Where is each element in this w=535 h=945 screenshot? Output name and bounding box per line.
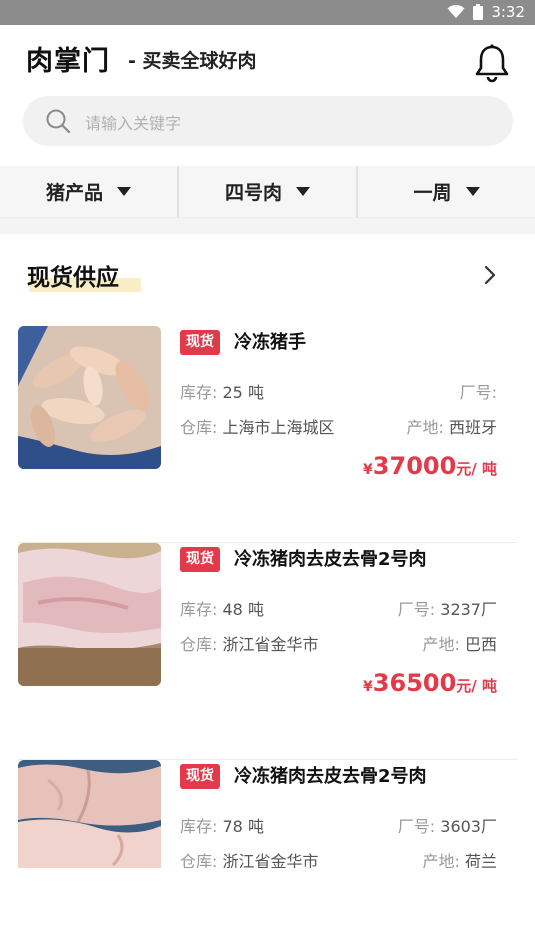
product-price: ¥37000元/ 吨	[363, 452, 497, 480]
stock-value: 48 吨	[222, 600, 264, 619]
factory-info: 厂号:	[460, 379, 497, 403]
factory-label: 厂号:	[397, 600, 436, 619]
filter-type[interactable]: 四号肉	[179, 166, 358, 217]
filter-period[interactable]: 一周	[358, 166, 535, 217]
currency-symbol: ¥	[363, 679, 373, 695]
status-indicators: 3:32	[447, 3, 525, 21]
app-title: 肉掌门	[26, 46, 110, 77]
search-bar[interactable]: 请输入关键字	[23, 96, 513, 146]
product-card[interactable]: 现货 冷冻猪肉去皮去骨2号肉 库存: 48 吨 厂号: 3237厂 仓库: 浙江…	[0, 543, 535, 760]
app-subtitle: - 买卖全球好肉	[128, 50, 257, 72]
search-icon	[45, 108, 71, 134]
caret-down-icon	[465, 187, 480, 196]
origin-value: 西班牙	[448, 418, 497, 437]
section-title: 现货供应	[27, 265, 119, 291]
filter-category[interactable]: 猪产品	[0, 166, 179, 217]
in-stock-badge: 现货	[180, 764, 220, 789]
warehouse-label: 仓库:	[180, 635, 218, 654]
divider-band	[0, 218, 535, 234]
origin-info: 产地: 西班牙	[406, 414, 497, 438]
stock-info: 库存: 48 吨	[180, 596, 264, 620]
filter-bar: 猪产品 四号肉 一周	[0, 166, 535, 218]
origin-label: 产地:	[406, 418, 444, 437]
status-time: 3:32	[491, 3, 525, 21]
product-image	[18, 543, 161, 686]
stock-info: 库存: 78 吨	[180, 813, 264, 837]
product-name: 冷冻猪肉去皮去骨2号肉	[234, 766, 427, 787]
product-image	[18, 326, 161, 469]
factory-value: 3237厂	[440, 600, 497, 619]
factory-label: 厂号:	[397, 817, 436, 836]
filter-label: 四号肉	[224, 182, 282, 204]
price-amount: 36500	[372, 669, 457, 697]
warehouse-info: 仓库: 浙江省金华市	[180, 631, 319, 655]
bottom-whitespace	[0, 868, 535, 945]
price-amount: 37000	[372, 452, 457, 480]
stock-info: 库存: 25 吨	[180, 379, 264, 403]
price-unit: 元/ 吨	[456, 677, 497, 695]
warehouse-label: 仓库:	[180, 418, 218, 437]
warehouse-value: 浙江省金华市	[222, 635, 319, 654]
product-image	[18, 760, 161, 868]
in-stock-badge: 现货	[180, 330, 220, 355]
filter-label: 猪产品	[45, 182, 103, 204]
wifi-icon	[447, 5, 465, 19]
factory-value: 3603厂	[440, 817, 497, 836]
filter-label: 一周	[413, 182, 452, 204]
origin-value: 巴西	[464, 635, 497, 654]
caret-down-icon	[117, 187, 131, 196]
in-stock-badge: 现货	[180, 547, 220, 572]
chevron-right-icon[interactable]	[481, 264, 499, 286]
notification-bell-icon[interactable]	[473, 43, 511, 83]
factory-info: 厂号: 3603厂	[398, 813, 497, 837]
stock-value: 78 吨	[222, 817, 264, 836]
factory-label: 厂号:	[459, 383, 497, 402]
status-bar: 3:32	[0, 0, 535, 25]
battery-icon	[473, 4, 484, 20]
stock-value: 25 吨	[222, 383, 264, 402]
stock-label: 库存:	[180, 600, 218, 619]
stock-label: 库存:	[180, 383, 218, 402]
app-header: 肉掌门 - 买卖全球好肉	[0, 25, 535, 93]
origin-label: 产地:	[422, 635, 460, 654]
product-name: 冷冻猪手	[234, 332, 306, 353]
currency-symbol: ¥	[363, 462, 373, 478]
product-name: 冷冻猪肉去皮去骨2号肉	[234, 549, 427, 570]
product-card[interactable]: 现货 冷冻猪手 库存: 25 吨 厂号: 仓库: 上海市上海城区 产地: 西班牙…	[0, 326, 535, 543]
price-unit: 元/ 吨	[456, 460, 497, 478]
section-header: 现货供应	[27, 258, 141, 292]
stock-label: 库存:	[180, 817, 218, 836]
factory-info: 厂号: 3237厂	[398, 596, 497, 620]
warehouse-info: 仓库: 上海市上海城区	[180, 414, 335, 438]
origin-info: 产地: 巴西	[422, 631, 497, 655]
warehouse-value: 上海市上海城区	[222, 418, 335, 437]
caret-down-icon	[296, 187, 310, 196]
product-price: ¥36500元/ 吨	[363, 669, 497, 697]
search-input[interactable]: 请输入关键字	[85, 110, 181, 134]
